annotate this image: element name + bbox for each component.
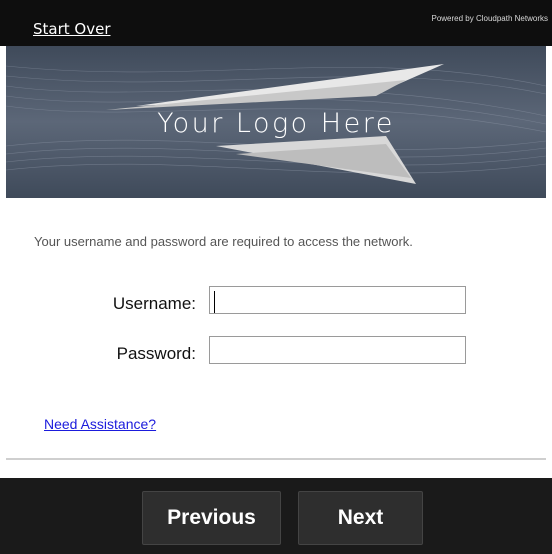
username-label: Username:	[112, 294, 196, 313]
next-button[interactable]: Next	[298, 491, 423, 545]
text-caret	[214, 291, 215, 313]
previous-button[interactable]: Previous	[142, 491, 281, 545]
header-bar: Start Over Powered by Cloudpath Networks	[0, 0, 552, 46]
logo-text: Your Logo Here	[157, 108, 395, 139]
username-input[interactable]	[209, 286, 466, 314]
password-label: Password:	[116, 344, 196, 363]
instruction-text: Your username and password are required …	[34, 234, 413, 249]
logo-banner: Your Logo Here	[6, 46, 546, 198]
divider	[6, 458, 546, 460]
start-over-link[interactable]: Start Over	[33, 20, 111, 38]
powered-by-text: Powered by Cloudpath Networks	[431, 14, 548, 23]
password-input[interactable]	[209, 336, 466, 364]
footer-nav: Previous Next	[0, 478, 552, 554]
login-form: Your username and password are required …	[6, 198, 546, 478]
need-assistance-link[interactable]: Need Assistance?	[44, 416, 156, 432]
